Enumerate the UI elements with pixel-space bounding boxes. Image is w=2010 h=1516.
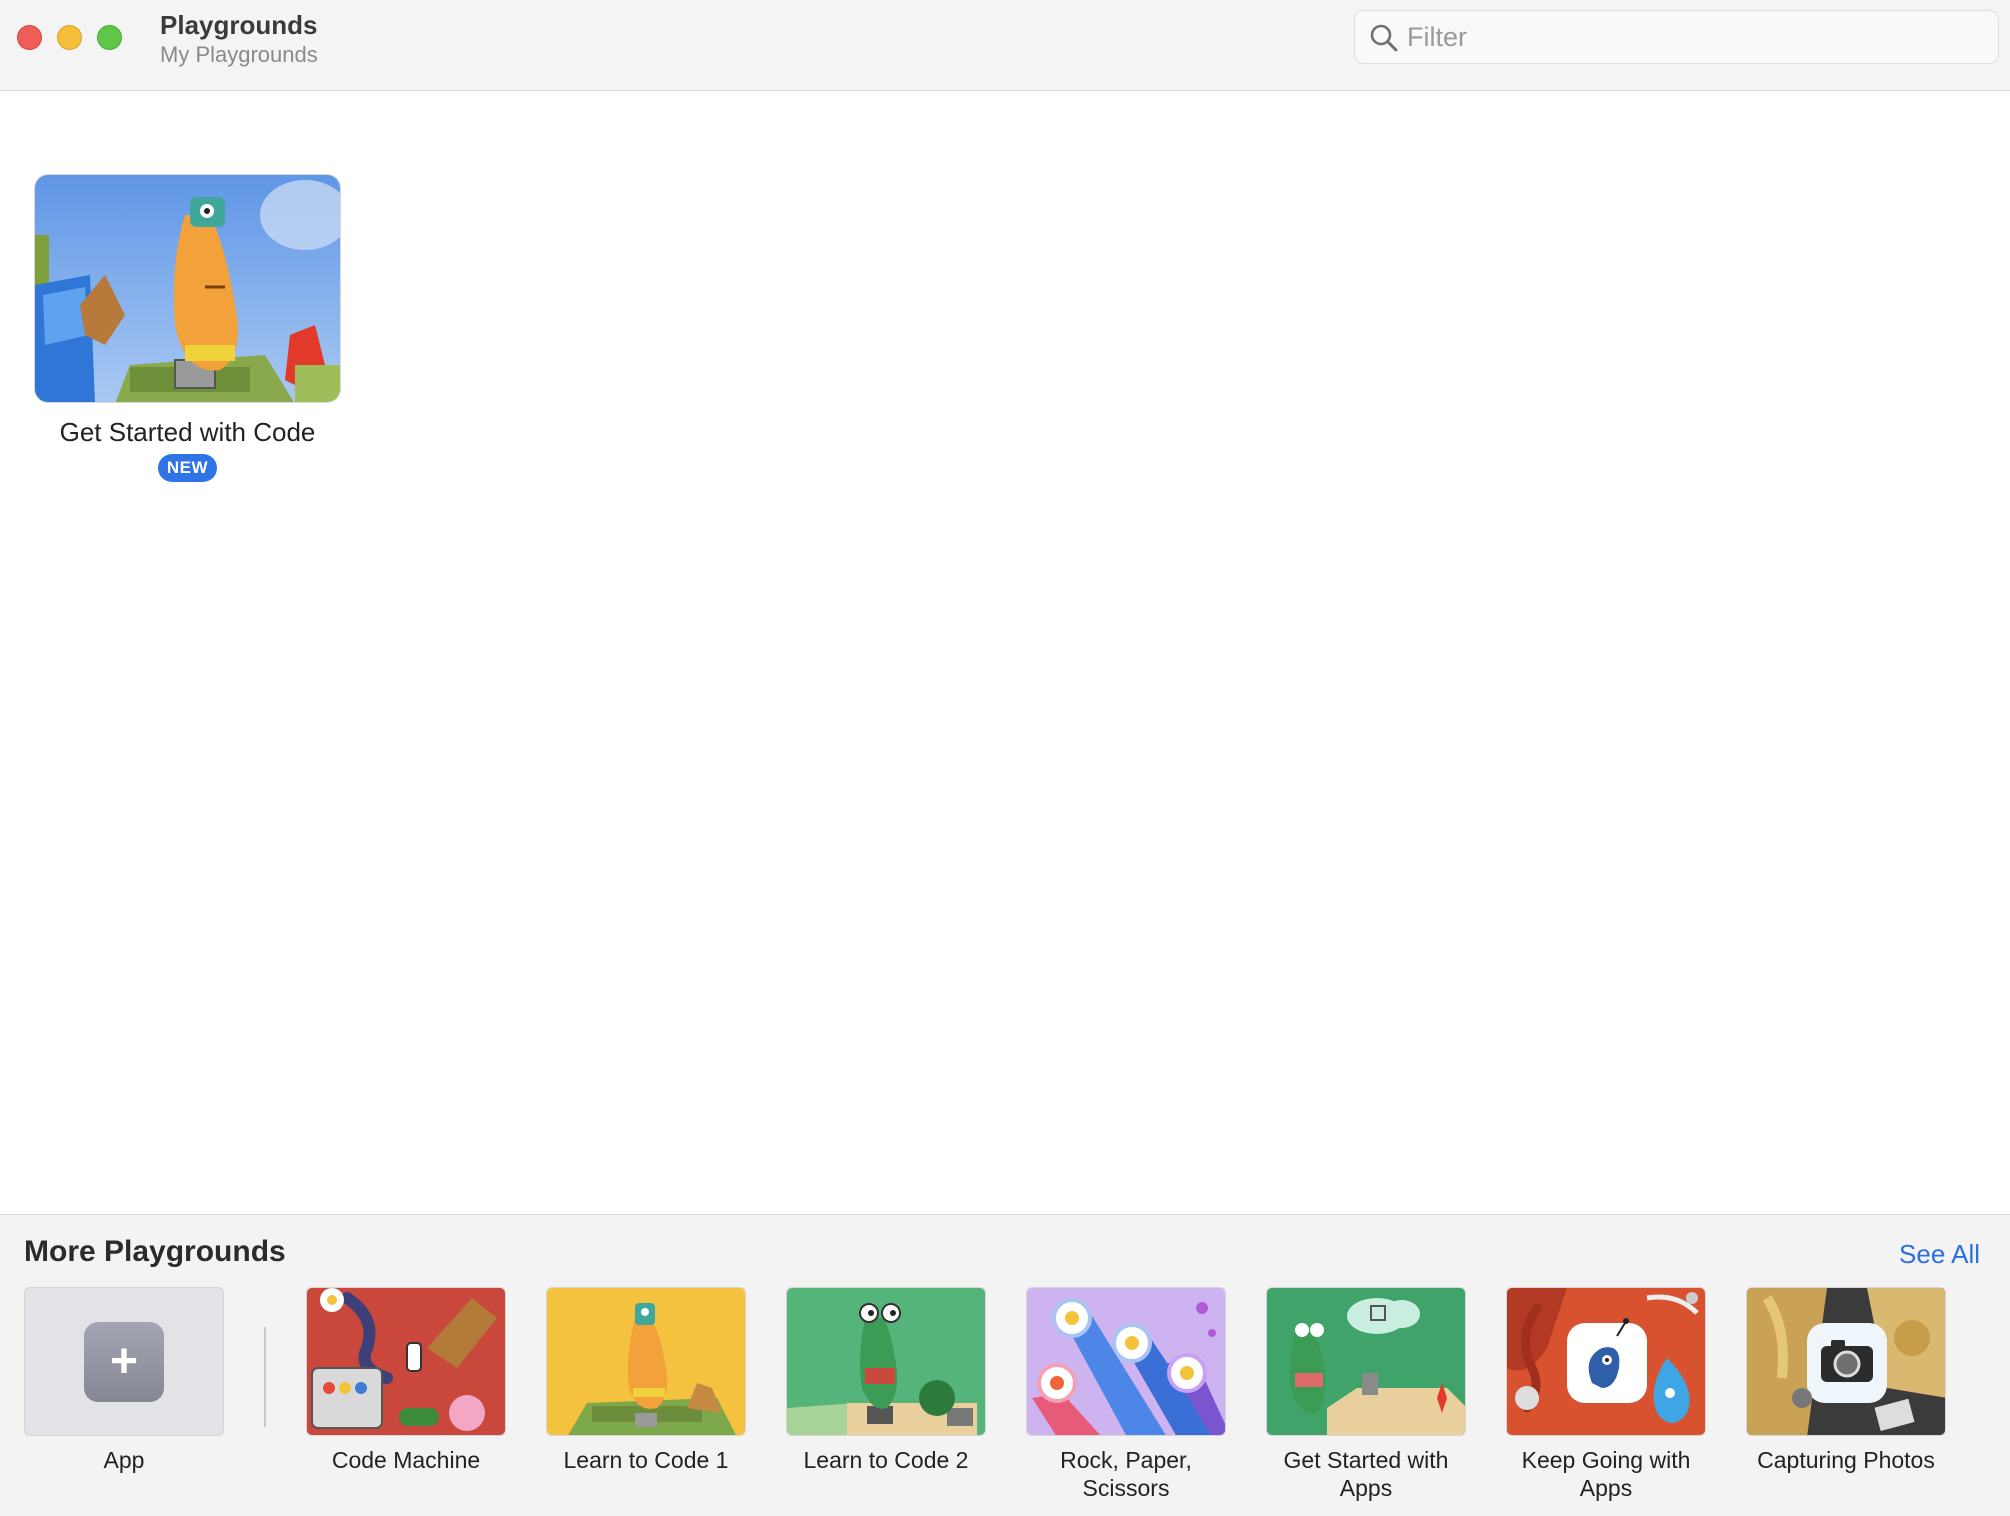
search-icon bbox=[1370, 24, 1398, 52]
template-tile-get-started-with-apps[interactable]: Get Started with Apps bbox=[1266, 1287, 1466, 1502]
template-tile-code-machine[interactable]: Code Machine bbox=[306, 1287, 506, 1474]
template-tile-keep-going-with-apps[interactable]: Keep Going with Apps bbox=[1506, 1287, 1706, 1502]
playgrounds-window: Playgrounds My Playgrounds Filter Get St… bbox=[0, 0, 2010, 1516]
window-subtitle: My Playgrounds bbox=[160, 42, 318, 67]
new-badge: NEW bbox=[157, 454, 218, 482]
divider bbox=[264, 1327, 266, 1427]
template-thumbnail[interactable] bbox=[1266, 1287, 1466, 1436]
template-name: Learn to Code 2 bbox=[803, 1447, 969, 1473]
minimize-window-button[interactable] bbox=[57, 25, 82, 50]
window-title: Playgrounds bbox=[160, 10, 318, 40]
playground-card-get-started-with-code[interactable]: Get Started with Code NEW bbox=[34, 174, 341, 482]
template-thumbnail[interactable] bbox=[1506, 1287, 1706, 1436]
plus-icon: + bbox=[84, 1321, 164, 1402]
template-name: Capturing Photos bbox=[1757, 1447, 1935, 1473]
template-tile-learn-to-code-2[interactable]: Learn to Code 2 bbox=[786, 1287, 986, 1474]
template-name: App bbox=[103, 1447, 145, 1473]
my-playgrounds-area: Get Started with Code NEW bbox=[0, 92, 2010, 1214]
template-name: Rock, Paper, Scissors bbox=[1060, 1447, 1192, 1501]
close-window-button[interactable] bbox=[17, 25, 42, 50]
template-thumbnail[interactable] bbox=[786, 1287, 986, 1436]
template-thumbnail[interactable] bbox=[546, 1287, 746, 1436]
section-title: More Playgrounds bbox=[24, 1235, 286, 1268]
zoom-window-button[interactable] bbox=[97, 25, 122, 50]
template-thumbnail[interactable]: + bbox=[24, 1287, 224, 1436]
template-thumbnail[interactable] bbox=[1746, 1287, 1946, 1436]
template-tile-rock-paper-scissors[interactable]: Rock, Paper, Scissors bbox=[1026, 1287, 1226, 1502]
template-name: Keep Going with Apps bbox=[1521, 1447, 1691, 1501]
template-name: Learn to Code 1 bbox=[563, 1447, 729, 1473]
more-playgrounds-section: More Playgrounds See All + App Code Mach… bbox=[0, 1214, 2010, 1516]
playground-thumbnail[interactable] bbox=[34, 174, 341, 403]
filter-search-field[interactable] bbox=[1354, 10, 1999, 64]
template-tile-learn-to-code-1[interactable]: Learn to Code 1 bbox=[546, 1287, 746, 1474]
template-tile-capturing-photos[interactable]: Capturing Photos bbox=[1746, 1287, 1946, 1474]
template-name: Get Started with Apps bbox=[1283, 1447, 1449, 1501]
playground-name: Get Started with Code bbox=[59, 417, 316, 447]
filter-input[interactable] bbox=[1407, 19, 1977, 55]
title-bar: Playgrounds My Playgrounds bbox=[0, 0, 2010, 91]
template-tile-app[interactable]: + App bbox=[24, 1287, 224, 1474]
template-name: Code Machine bbox=[331, 1447, 481, 1473]
template-thumbnail[interactable] bbox=[1026, 1287, 1226, 1436]
see-all-link[interactable]: See All bbox=[1899, 1239, 1980, 1270]
template-thumbnail[interactable] bbox=[306, 1287, 506, 1436]
